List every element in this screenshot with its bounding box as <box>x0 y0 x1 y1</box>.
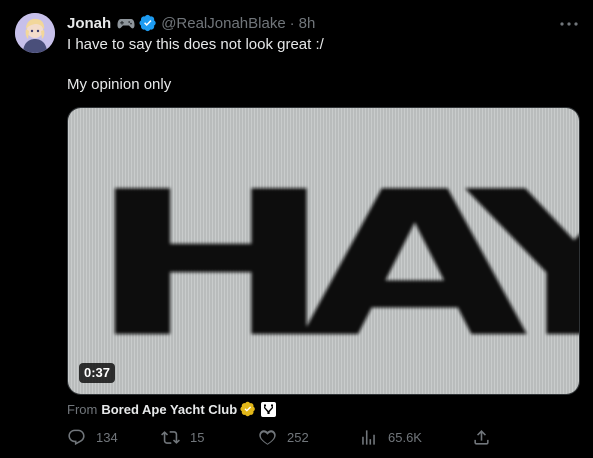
tweet-text-line-2: My opinion only <box>67 76 172 93</box>
tweet-text: I have to say this does not look great :… <box>67 35 577 95</box>
retweet-button[interactable]: 15 <box>161 428 204 447</box>
like-count: 252 <box>287 430 309 445</box>
more-dots-icon[interactable] <box>559 14 579 34</box>
author-handle[interactable]: @RealJonahBlake <box>161 15 285 32</box>
ape-affiliate-icon[interactable] <box>261 401 277 417</box>
reply-count: 134 <box>96 430 118 445</box>
timestamp[interactable]: 8h <box>299 15 316 32</box>
tweet-text-line-1: I have to say this does not look great :… <box>67 36 324 53</box>
share-icon <box>472 428 491 447</box>
video-attribution: From Bored Ape Yacht Club <box>67 400 277 418</box>
retweet-icon <box>161 428 180 447</box>
reply-button[interactable]: 134 <box>67 428 118 447</box>
verified-gold-badge-icon[interactable] <box>240 401 256 417</box>
video-player[interactable]: HAY 0:37 <box>67 107 580 395</box>
from-label: From <box>67 401 98 417</box>
share-button[interactable] <box>472 428 491 447</box>
avatar[interactable] <box>15 13 55 53</box>
reply-icon <box>67 428 86 447</box>
verified-badge-icon[interactable] <box>139 14 157 32</box>
like-button[interactable]: 252 <box>258 428 309 447</box>
views-count: 65.6K <box>388 430 422 445</box>
heart-icon <box>258 428 277 447</box>
views-icon <box>359 428 378 447</box>
video-duration: 0:37 <box>79 363 116 383</box>
retweet-count: 15 <box>190 430 205 445</box>
separator-dot: · <box>289 14 295 32</box>
game-controller-icon <box>117 16 135 30</box>
tweet-header: Jonah @RealJonahBlake · 8h <box>67 13 315 33</box>
author-name[interactable]: Jonah <box>67 15 111 32</box>
tweet-actions: 134 15 252 65.6K <box>67 428 497 450</box>
video-title-text: HAY <box>88 149 580 382</box>
tweet[interactable]: Jonah @RealJonahBlake · 8h I have to say… <box>0 0 593 458</box>
from-account-link[interactable]: Bored Ape Yacht Club <box>101 402 237 417</box>
views-button[interactable]: 65.6K <box>359 428 422 447</box>
